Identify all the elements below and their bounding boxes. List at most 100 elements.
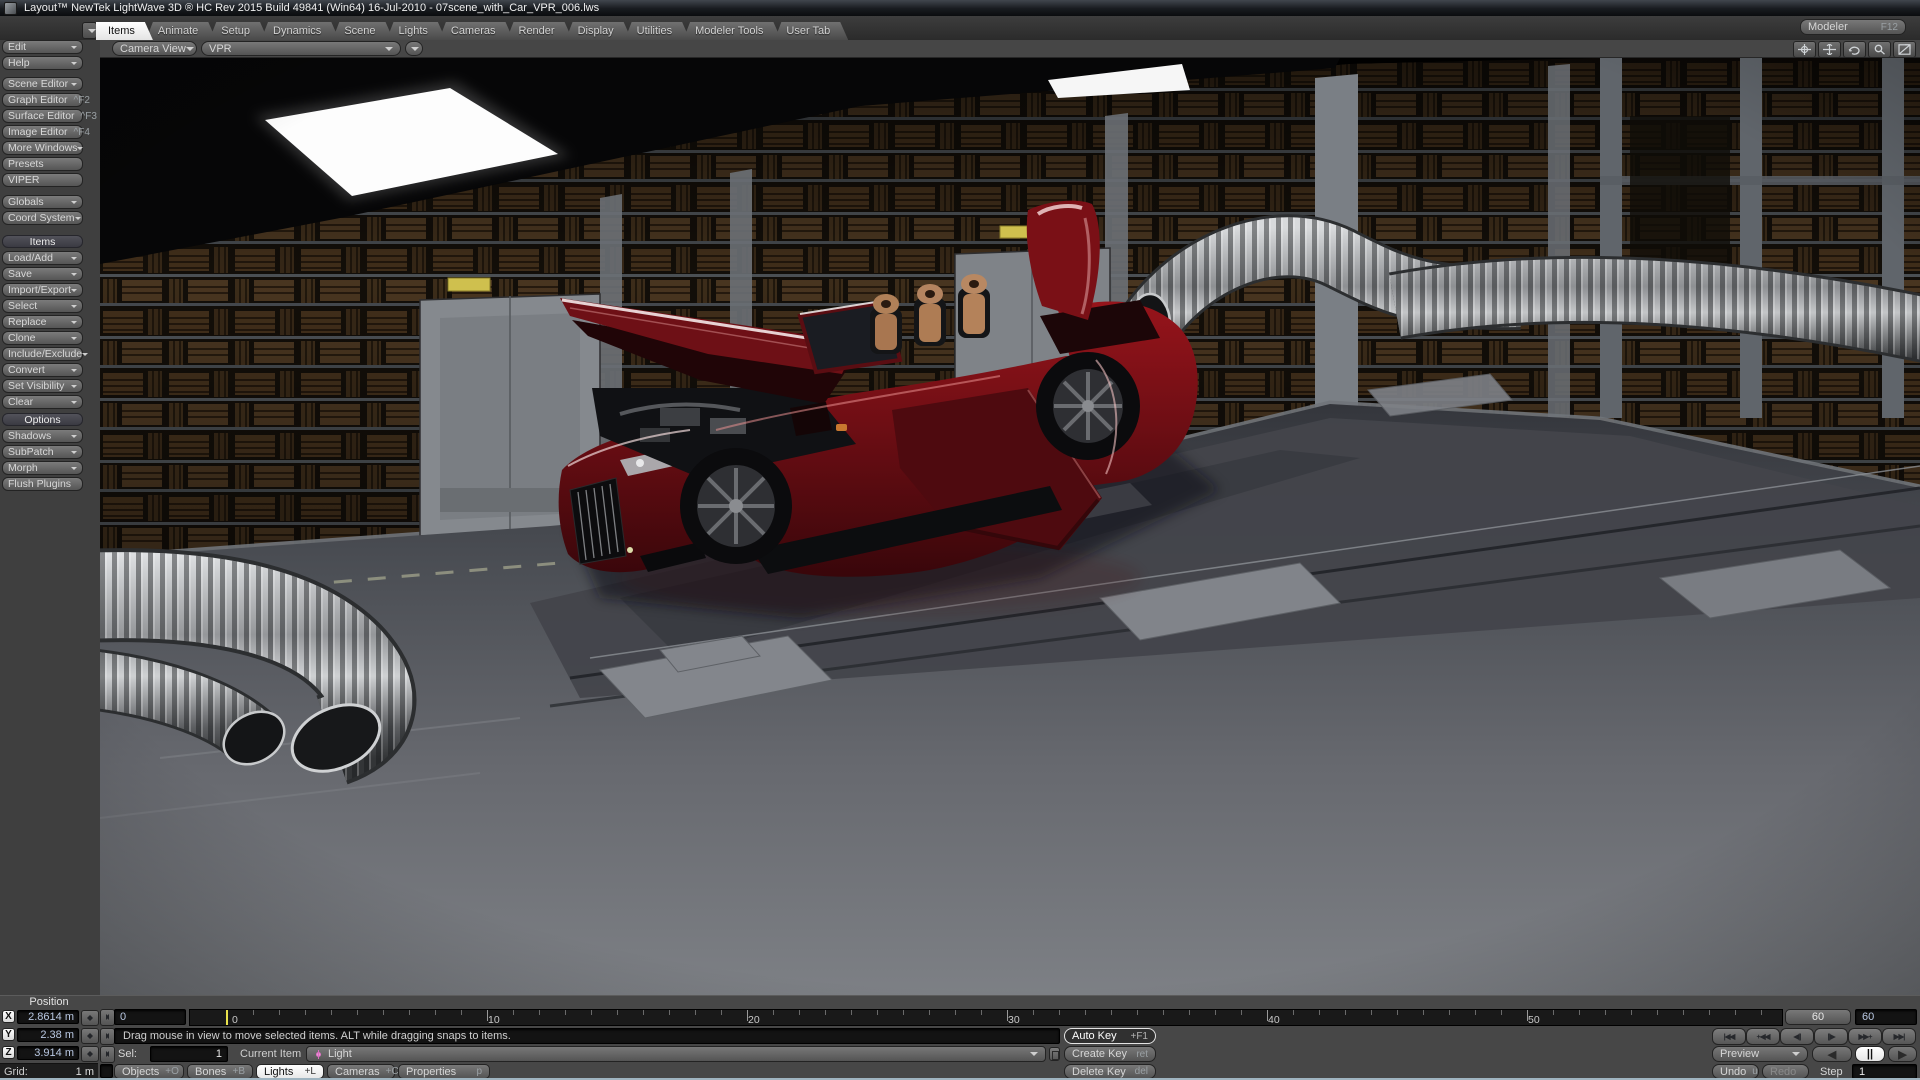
edit-menu-button[interactable]: Edit (2, 40, 83, 54)
tab-animate[interactable]: Animate (146, 22, 216, 40)
image-editor-button[interactable]: Image Editor^F4 (2, 125, 83, 139)
y-position-field[interactable]: 2.38 m (17, 1028, 79, 1042)
chevron-down-icon (1792, 1052, 1800, 1060)
subpatch-button[interactable]: SubPatch (2, 445, 83, 459)
help-menu-button[interactable]: Help (2, 56, 83, 70)
pause-button[interactable]: || (1855, 1046, 1885, 1062)
tab-display[interactable]: Display (566, 22, 632, 40)
step-back-button[interactable]: ◀|| (1780, 1028, 1814, 1045)
modeler-button[interactable]: Modeler F12 (1800, 19, 1906, 35)
x-axis-icon[interactable]: X (2, 1010, 15, 1023)
prev-key-button[interactable]: +◀◀ (1746, 1028, 1780, 1045)
shadows-button[interactable]: Shadows (2, 429, 83, 443)
pan-icon (1823, 44, 1836, 55)
z-position-field[interactable]: 3.914 m (17, 1046, 79, 1060)
graph-editor-button[interactable]: Graph Editor^F2 (2, 93, 83, 107)
tab-cameras[interactable]: Cameras (439, 22, 514, 40)
create-key-button[interactable]: Create Keyret (1064, 1046, 1156, 1062)
go-last-button[interactable]: ▶▶| (1882, 1028, 1916, 1045)
current-item-dropdown[interactable]: Light (306, 1046, 1046, 1062)
morph-button[interactable]: Morph (2, 461, 83, 475)
save-button[interactable]: Save (2, 267, 83, 281)
tab-overflow-button[interactable] (82, 22, 97, 39)
convert-button[interactable]: Convert (2, 363, 83, 377)
preview-dropdown[interactable]: Preview (1712, 1046, 1808, 1062)
tab-dynamics[interactable]: Dynamics (261, 22, 339, 40)
y-position-stepper[interactable] (81, 1028, 99, 1044)
render-mode-dropdown[interactable]: VPR (201, 41, 401, 56)
maximize-view-button[interactable] (1893, 41, 1916, 58)
play-forward-button[interactable]: ▶ (1888, 1046, 1917, 1062)
tab-lights[interactable]: Lights (387, 22, 446, 40)
objects-mode-tab[interactable]: Objects+O (114, 1064, 184, 1079)
current-frame-field[interactable]: 0 (114, 1009, 186, 1025)
coord-system-button[interactable]: Coord System (2, 211, 83, 225)
viewport-options-dropdown[interactable] (405, 41, 423, 56)
item-lock-button[interactable] (1049, 1047, 1060, 1061)
tab-modeler-tools[interactable]: Modeler Tools (683, 22, 781, 40)
tab-utilities[interactable]: Utilities (625, 22, 690, 40)
pan-view-button[interactable] (1818, 41, 1841, 58)
properties-tab[interactable]: Propertiesp (398, 1064, 490, 1079)
flush-plugins-button[interactable]: Flush Plugins (2, 477, 83, 491)
bones-mode-tab[interactable]: Bones+B (187, 1064, 253, 1079)
undo-button[interactable]: Undou (1712, 1064, 1759, 1079)
maximize-icon (1898, 44, 1911, 55)
lights-mode-tab[interactable]: Lights+L (256, 1064, 324, 1079)
import-export-button[interactable]: Import/Export (2, 283, 83, 297)
x-position-stepper[interactable] (81, 1010, 99, 1026)
go-first-button[interactable]: |◀◀ (1712, 1028, 1746, 1045)
chevron-down-icon (71, 467, 77, 473)
scene-editor-button[interactable]: Scene Editor (2, 77, 83, 91)
tab-user-tab[interactable]: User Tab (774, 22, 848, 40)
delete-key-button[interactable]: Delete Keydel (1064, 1064, 1156, 1079)
timeline-range-handle[interactable]: 60 (1785, 1009, 1851, 1025)
frame-stepper[interactable] (100, 1009, 115, 1026)
title-bar[interactable]: Layout™ NewTek LightWave 3D ® HC Rev 201… (0, 0, 1920, 16)
viewport-3d-scene[interactable] (100, 58, 1920, 995)
end-frame-field[interactable]: 60 (1855, 1009, 1917, 1025)
chevron-down-icon (71, 201, 77, 207)
step-field[interactable]: 1 (1852, 1064, 1917, 1079)
more-windows-button[interactable]: More Windows (2, 141, 83, 155)
load-add-button[interactable]: Load/Add (2, 251, 83, 265)
surface-editor-button[interactable]: Surface Editor^F3 (2, 109, 83, 123)
main-tab-bar: Items Animate Setup Dynamics Scene Light… (0, 16, 1920, 40)
tab-items[interactable]: Items (96, 22, 153, 40)
vpr-render (100, 58, 1920, 995)
move-view-button[interactable] (1793, 41, 1816, 58)
play-reverse-button[interactable]: ◀ (1812, 1046, 1852, 1062)
chevron-down-icon (71, 46, 77, 52)
x-position-field[interactable]: 2.8614 m (17, 1010, 79, 1024)
auto-key-button[interactable]: Auto Key+F1 (1064, 1028, 1156, 1044)
set-visibility-button[interactable]: Set Visibility (2, 379, 83, 393)
select-button[interactable]: Select (2, 299, 83, 313)
selection-stepper[interactable] (100, 1046, 115, 1063)
timeline-ruler[interactable]: 0 10 20 30 40 50 (189, 1009, 1783, 1026)
rotate-view-button[interactable] (1843, 41, 1866, 58)
tab-setup[interactable]: Setup (209, 22, 268, 40)
presets-button[interactable]: Presets (2, 157, 83, 171)
redo-button[interactable]: Redo (1762, 1064, 1809, 1079)
chevron-down-icon (71, 451, 77, 457)
timeline-playhead[interactable] (226, 1010, 228, 1026)
step-forward-button[interactable]: ||▶ (1814, 1028, 1848, 1045)
tab-scene[interactable]: Scene (332, 22, 393, 40)
globals-button[interactable]: Globals (2, 195, 83, 209)
z-position-stepper[interactable] (81, 1046, 99, 1062)
zoom-view-button[interactable] (1868, 41, 1891, 58)
y-axis-icon[interactable]: Y (2, 1028, 15, 1041)
replace-button[interactable]: Replace (2, 315, 83, 329)
cameras-mode-tab[interactable]: Cameras+C (327, 1064, 395, 1079)
view-mode-dropdown[interactable]: Camera View (112, 41, 197, 56)
chevron-down-icon (71, 62, 77, 68)
include-exclude-button[interactable]: Include/Exclude (2, 347, 83, 361)
clear-button[interactable]: Clear (2, 395, 83, 409)
viper-button[interactable]: VIPER (2, 173, 83, 187)
next-key-button[interactable]: ▶▶+ (1848, 1028, 1882, 1045)
status-stepper[interactable] (100, 1028, 115, 1045)
tab-render[interactable]: Render (507, 22, 573, 40)
viewport-header: Camera View VPR (100, 40, 1920, 58)
clone-button[interactable]: Clone (2, 331, 83, 345)
z-axis-icon[interactable]: Z (2, 1046, 15, 1059)
